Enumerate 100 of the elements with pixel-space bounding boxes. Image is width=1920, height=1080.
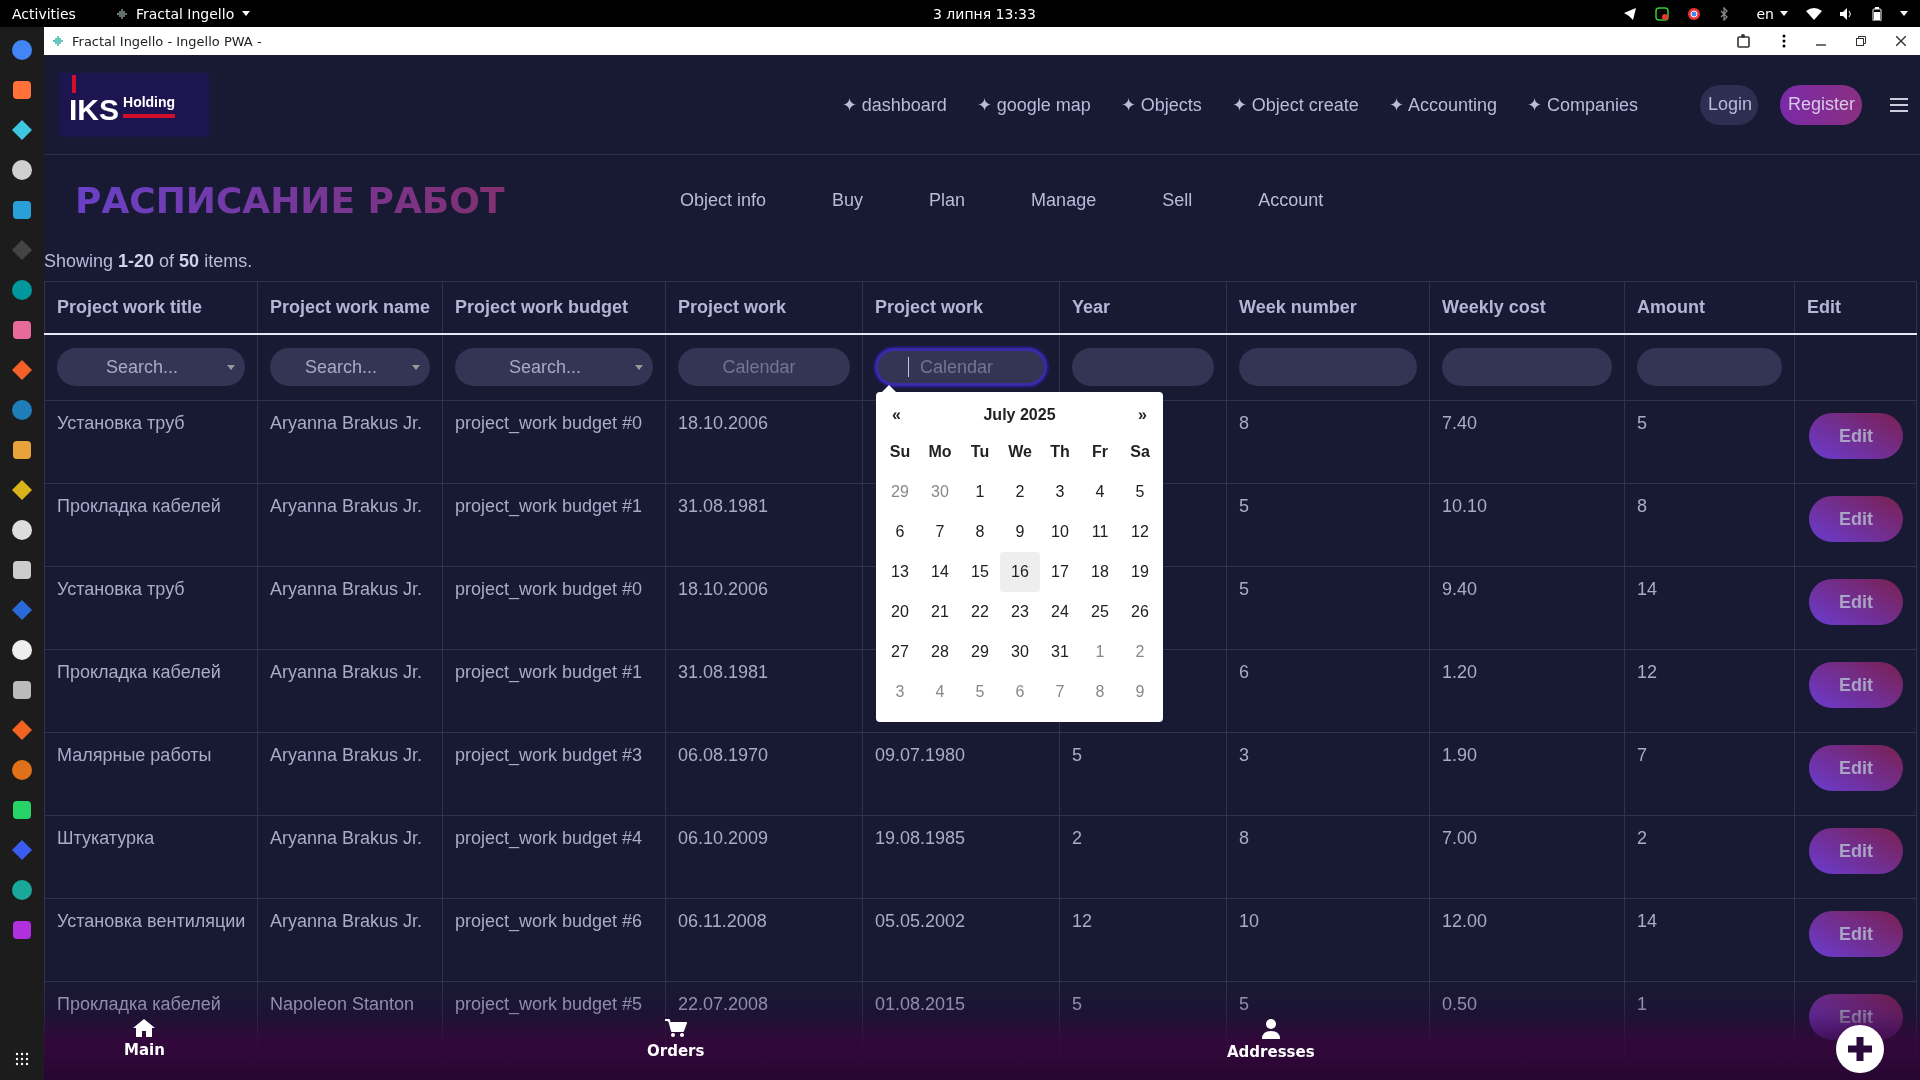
calendar-day[interactable]: 29 [960, 631, 1000, 672]
battery-icon[interactable] [1872, 6, 1882, 21]
activities-button[interactable]: Activities [12, 5, 76, 22]
month-title[interactable]: July 2025 [983, 405, 1056, 424]
calendar-day[interactable]: 13 [880, 551, 920, 592]
wifi-icon[interactable] [1806, 7, 1822, 20]
calendar-day[interactable]: 9 [1120, 671, 1160, 712]
caret-icon[interactable] [1900, 11, 1908, 16]
calendar-day[interactable]: 12 [1120, 511, 1160, 552]
menu-icon[interactable] [1890, 97, 1908, 112]
volume-icon[interactable] [1840, 7, 1854, 20]
app-menu[interactable]: Fractal Ingello [115, 5, 251, 22]
section-tab[interactable]: Manage [1031, 189, 1097, 211]
calendar-day[interactable]: 3 [880, 671, 920, 712]
nav-link[interactable]: ✦ google map [976, 93, 1091, 116]
calendar-day[interactable]: 11 [1080, 511, 1120, 552]
bluetooth-icon[interactable] [1718, 6, 1729, 21]
calendar-day[interactable]: 30 [920, 471, 960, 512]
app-icon[interactable] [11, 519, 33, 541]
calendar-day[interactable]: 31 [1040, 631, 1080, 672]
calendar-day[interactable]: 4 [1080, 471, 1120, 512]
language-menu[interactable]: en [1756, 5, 1774, 22]
app-icon[interactable] [11, 679, 33, 701]
calendar-day[interactable]: 2 [1000, 471, 1040, 512]
filter-field[interactable] [1637, 348, 1782, 387]
app-icon[interactable] [11, 639, 33, 661]
more-icon[interactable] [1782, 34, 1786, 48]
section-tab[interactable]: Account [1258, 189, 1324, 211]
calendar-day[interactable]: 8 [960, 511, 1000, 552]
send-icon[interactable] [1622, 6, 1637, 21]
calendar-day[interactable]: 18 [1080, 551, 1120, 592]
browser-icon[interactable] [1686, 6, 1701, 21]
column-header[interactable]: Year [1072, 296, 1111, 317]
calendar-day[interactable]: 26 [1120, 591, 1160, 632]
app-icon[interactable] [11, 159, 33, 181]
calendar-day[interactable]: 5 [1120, 471, 1160, 512]
restore-icon[interactable] [1856, 36, 1866, 46]
app-icon[interactable] [11, 879, 33, 901]
search-dropdown[interactable]: Search... [270, 348, 430, 387]
calendar-day[interactable]: 28 [920, 631, 960, 672]
app-icon[interactable] [11, 799, 33, 821]
calendar-day[interactable]: 23 [1000, 591, 1040, 632]
calendar-day[interactable]: 25 [1080, 591, 1120, 632]
app-icon[interactable] [11, 319, 33, 341]
section-tab[interactable]: Plan [929, 189, 966, 211]
calendar-day[interactable]: 1 [1080, 631, 1120, 672]
section-tab[interactable]: Sell [1162, 189, 1193, 211]
calendar-day[interactable]: 8 [1080, 671, 1120, 712]
calendar-day[interactable]: 29 [880, 471, 920, 512]
search-dropdown[interactable]: Search... [57, 348, 245, 387]
nav-link[interactable]: ✦ dashboard [841, 93, 947, 116]
login-button[interactable]: Login [1700, 84, 1758, 125]
calendar-day[interactable]: 15 [960, 551, 1000, 592]
filter-field[interactable] [1442, 348, 1612, 387]
calendar-day[interactable]: 2 [1120, 631, 1160, 672]
calendar-day[interactable]: 6 [1000, 671, 1040, 712]
app-icon[interactable] [11, 479, 33, 501]
bottom-nav-item[interactable]: Orders [647, 1019, 705, 1060]
calendar-day[interactable]: 17 [1040, 551, 1080, 592]
search-dropdown[interactable]: Search... [455, 348, 653, 387]
calendar-day[interactable]: 4 [920, 671, 960, 712]
section-tab[interactable]: Buy [832, 189, 864, 211]
filter-field[interactable] [1072, 348, 1214, 387]
calendar-day[interactable]: 30 [1000, 631, 1040, 672]
calendar-day[interactable]: 5 [960, 671, 1000, 712]
app-icon[interactable] [11, 119, 33, 141]
calendar-day[interactable]: 16 [1000, 551, 1040, 592]
calendar-day[interactable]: 22 [960, 591, 1000, 632]
next-month-button[interactable]: » [1138, 405, 1147, 424]
calendar-day[interactable]: 21 [920, 591, 960, 632]
calendar-day[interactable]: 6 [880, 511, 920, 552]
app-icon[interactable] [11, 79, 33, 101]
bottom-nav-item[interactable]: Addresses [1227, 1019, 1315, 1061]
calendar-day[interactable]: 3 [1040, 471, 1080, 512]
section-tab[interactable]: Object info [680, 189, 767, 211]
calendar-day[interactable]: 7 [920, 511, 960, 552]
add-button[interactable] [1836, 1025, 1884, 1073]
app-icon[interactable] [11, 199, 33, 221]
filter-field[interactable] [1239, 348, 1417, 387]
nav-link[interactable]: ✦ Companies [1526, 93, 1638, 116]
column-header[interactable]: Edit [1807, 296, 1841, 317]
previous-month-button[interactable]: « [892, 405, 901, 424]
clock[interactable]: 3 липня 13:33 [933, 5, 1036, 22]
column-header[interactable]: Amount [1637, 296, 1705, 317]
app-icon[interactable] [11, 559, 33, 581]
register-button[interactable]: Register [1780, 84, 1862, 125]
calendar-day[interactable]: 1 [960, 471, 1000, 512]
app-icon[interactable] [11, 439, 33, 461]
calendar-day[interactable]: 7 [1040, 671, 1080, 712]
calendar-day[interactable]: 19 [1120, 551, 1160, 592]
calendar-day[interactable]: 27 [880, 631, 920, 672]
calendar-day[interactable]: 14 [920, 551, 960, 592]
nav-link[interactable]: ✦ Object create [1231, 93, 1359, 116]
app-grid-icon[interactable] [15, 1052, 29, 1066]
close-icon[interactable] [1896, 36, 1906, 46]
nav-link[interactable]: ✦ Accounting [1388, 93, 1497, 116]
calendar-day[interactable]: 20 [880, 591, 920, 632]
bottom-nav-item[interactable]: Main [124, 1019, 165, 1059]
calendar-day[interactable]: 10 [1040, 511, 1080, 552]
calendar-day[interactable]: 24 [1040, 591, 1080, 632]
